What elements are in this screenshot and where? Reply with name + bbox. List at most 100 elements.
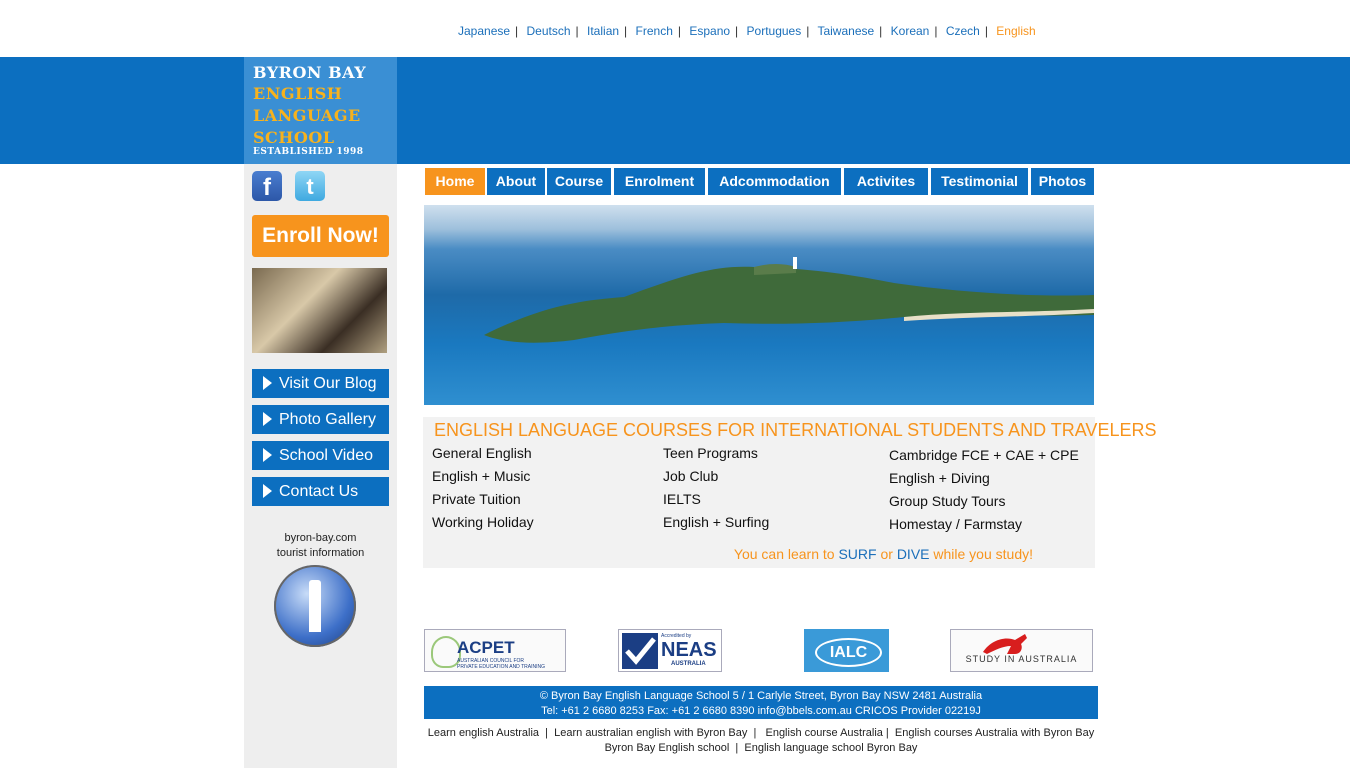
tagline-prefix: You can learn to xyxy=(733,546,839,562)
footer-address: © Byron Bay English Language School 5 / … xyxy=(424,686,1098,719)
tab-about[interactable]: About xyxy=(487,168,545,195)
tourist-caption: tourist information xyxy=(276,547,365,559)
course-link-teen-programs[interactable]: Teen Programs xyxy=(663,442,769,465)
play-arrow-icon xyxy=(263,484,272,498)
course-link-english-diving[interactable]: English + Diving xyxy=(889,467,1079,490)
course-link-cambridge[interactable]: Cambridge FCE + CAE + CPE xyxy=(889,444,1079,467)
footer-line-1: © Byron Bay English Language School 5 / … xyxy=(539,690,983,702)
acpet-title: ACPET xyxy=(457,638,515,657)
separator: | xyxy=(515,24,519,38)
separator: | xyxy=(735,24,739,38)
course-column-1: General English English + Music Private … xyxy=(432,442,534,534)
neas-check-icon xyxy=(622,633,658,669)
facebook-icon[interactable]: f xyxy=(252,171,282,201)
students-photo xyxy=(252,268,387,353)
acpet-sub-2: PRIVATE EDUCATION AND TRAINING xyxy=(457,664,545,670)
separator: | xyxy=(984,24,988,38)
tab-enrolment[interactable]: Enrolment xyxy=(614,168,705,195)
logo-line-english: ENGLISH xyxy=(253,84,343,103)
separator: | xyxy=(934,24,938,38)
contact-us-label: Contact Us xyxy=(279,483,359,500)
logo-established: ESTABLISHED 1998 xyxy=(253,147,364,157)
logo-line-school: SCHOOL xyxy=(253,128,335,147)
kangaroo-icon xyxy=(983,634,1027,654)
visit-blog-button[interactable]: Visit Our Blog xyxy=(252,369,389,398)
courses-heading: ENGLISH LANGUAGE COURSES FOR INTERNATION… xyxy=(434,420,1157,440)
neas-logo[interactable]: Accredited by NEAS AUSTRALIA xyxy=(618,629,722,672)
separator: | xyxy=(806,24,810,38)
separator: | xyxy=(677,24,681,38)
surf-dive-tagline: You can learn to SURF or DIVE while you … xyxy=(423,546,1033,562)
acpet-logo[interactable]: ACPET AUSTRALIAN COUNCIL FOR PRIVATE EDUC… xyxy=(424,629,566,672)
lang-korean[interactable]: Korean xyxy=(891,24,930,38)
lang-japanese[interactable]: Japanese xyxy=(458,24,510,38)
course-link-general-english[interactable]: General English xyxy=(432,442,534,465)
play-arrow-icon xyxy=(263,376,272,390)
neas-title: NEAS xyxy=(661,639,717,661)
courses-panel: ENGLISH LANGUAGE COURSES FOR INTERNATION… xyxy=(423,417,1156,568)
study-in-australia-logo[interactable]: STUDY IN AUSTRALIA xyxy=(950,629,1093,672)
tourist-site: byron-bay.com xyxy=(284,532,357,544)
lang-french[interactable]: French xyxy=(636,24,673,38)
logo-line-language: LANGUAGE xyxy=(253,106,361,125)
tab-activities[interactable]: Activites xyxy=(844,168,928,195)
enroll-now-button[interactable]: Enroll Now! xyxy=(252,215,389,257)
lang-deutsch[interactable]: Deutsch xyxy=(527,24,571,38)
school-logo[interactable]: BYRON BAY ENGLISH LANGUAGE SCHOOL ESTABL… xyxy=(244,57,397,164)
tagline-suffix: while you study! xyxy=(929,546,1033,562)
lang-portugues[interactable]: Portugues xyxy=(747,24,802,38)
seo-links-line-1[interactable]: Learn english Australia | Learn australi… xyxy=(424,726,1098,741)
play-arrow-icon xyxy=(263,412,272,426)
school-video-label: School Video xyxy=(279,447,373,464)
lang-italian[interactable]: Italian xyxy=(587,24,619,38)
photo-gallery-button[interactable]: Photo Gallery xyxy=(252,405,389,434)
logo-line-byron-bay: BYRON BAY xyxy=(253,63,367,82)
twitter-icon[interactable]: t xyxy=(295,171,325,201)
contact-us-button[interactable]: Contact Us xyxy=(252,477,389,506)
neas-subtitle: AUSTRALIA xyxy=(671,661,706,667)
seo-links-line-2[interactable]: Byron Bay English school | English langu… xyxy=(424,741,1098,756)
course-link-homestay[interactable]: Homestay / Farmstay xyxy=(889,513,1079,536)
lang-english[interactable]: English xyxy=(996,24,1035,38)
tab-home[interactable]: Home xyxy=(425,168,485,195)
tab-testimonial[interactable]: Testimonial xyxy=(931,168,1028,195)
course-link-private-tuition[interactable]: Private Tuition xyxy=(432,488,534,511)
course-column-3: Cambridge FCE + CAE + CPE English + Divi… xyxy=(889,444,1079,536)
study-in-australia-text: STUDY IN AUSTRALIA xyxy=(965,654,1078,664)
acpet-subtitle: AUSTRALIAN COUNCIL FOR PRIVATE EDUCATION … xyxy=(457,658,545,670)
hero-image-cape-byron xyxy=(424,205,1094,405)
seo-links: Learn english Australia | Learn australi… xyxy=(424,726,1098,756)
lang-taiwanese[interactable]: Taiwanese xyxy=(817,24,874,38)
header-band xyxy=(0,57,1350,164)
course-column-2: Teen Programs Job Club IELTS English + S… xyxy=(663,442,769,534)
hero-landscape-graphic xyxy=(484,257,1094,343)
footer-line-2: Tel: +61 2 6680 8253 Fax: +61 2 6680 839… xyxy=(541,705,981,717)
ialc-title: IALC xyxy=(815,638,882,667)
course-link-working-holiday[interactable]: Working Holiday xyxy=(432,511,534,534)
separator: | xyxy=(575,24,579,38)
lighthouse-icon xyxy=(309,580,321,632)
surf-link[interactable]: SURF xyxy=(838,546,876,562)
course-link-ielts[interactable]: IELTS xyxy=(663,488,769,511)
tab-photos[interactable]: Photos xyxy=(1031,168,1094,195)
separator: | xyxy=(879,24,883,38)
dive-link[interactable]: DIVE xyxy=(897,546,930,562)
course-link-job-club[interactable]: Job Club xyxy=(663,465,769,488)
play-arrow-icon xyxy=(263,448,272,462)
tourist-info-link[interactable]: byron-bay.com tourist information xyxy=(244,531,397,561)
course-link-english-music[interactable]: English + Music xyxy=(432,465,534,488)
language-bar: Japanese | Deutsch | Italian | French | Espa… xyxy=(458,24,1036,38)
separator: | xyxy=(624,24,628,38)
visit-blog-label: Visit Our Blog xyxy=(279,375,377,392)
tab-accommodation[interactable]: Adcommodation xyxy=(708,168,841,195)
lang-czech[interactable]: Czech xyxy=(946,24,980,38)
course-link-group-study-tours[interactable]: Group Study Tours xyxy=(889,490,1079,513)
tab-course[interactable]: Course xyxy=(547,168,611,195)
school-video-button[interactable]: School Video xyxy=(252,441,389,470)
ialc-logo[interactable]: IALC xyxy=(804,629,889,672)
tagline-or: or xyxy=(876,546,897,562)
lang-espano[interactable]: Espano xyxy=(689,24,730,38)
photo-gallery-label: Photo Gallery xyxy=(279,411,376,428)
course-link-english-surfing[interactable]: English + Surfing xyxy=(663,511,769,534)
checkmark-icon xyxy=(625,637,656,665)
